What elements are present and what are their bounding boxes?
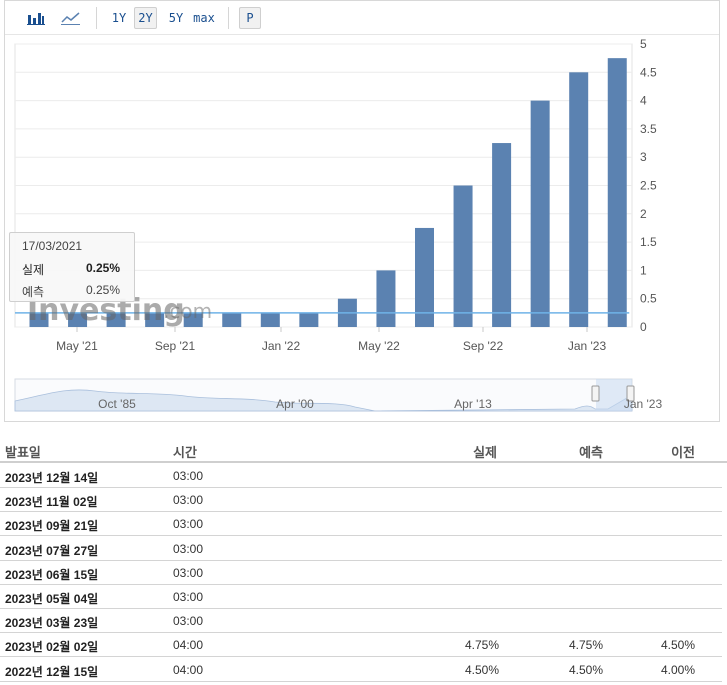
row-date: 2023년 06월 15일	[5, 567, 99, 582]
y-axis: 0 0.5 1 1.5 2 2.5 3 3.5 4 4.5 5	[640, 37, 657, 334]
y-tick-label: 3.5	[640, 122, 657, 136]
table-row: 2022년 12월 15일 04:00 4.50% 4.50% 4.00%	[0, 658, 722, 682]
y-tick-label: 0.5	[640, 292, 657, 306]
bar[interactable]	[492, 143, 512, 327]
tooltip-forecast-label: 예측	[22, 285, 45, 299]
row-date: 2023년 11월 02일	[5, 495, 98, 510]
x-tick-label: Sep '22	[463, 339, 504, 353]
bar-chart-icon[interactable]	[25, 7, 47, 29]
row-previous: 4.00%	[660, 662, 695, 677]
y-tick-label: 4.5	[640, 65, 657, 79]
y-tick-label: 2.5	[640, 179, 657, 193]
toolbar-separator	[96, 7, 97, 29]
x-tick-label: Jan '22	[262, 339, 301, 353]
range-5y-button[interactable]: 5Y	[165, 7, 187, 29]
chart-toolbar: 1Y 2Y 5Y max P	[5, 1, 719, 35]
row-time: 03:00	[173, 541, 204, 556]
row-time: 03:00	[173, 517, 204, 532]
range-2y-button[interactable]: 2Y	[134, 7, 157, 29]
x-tick-label: May '22	[358, 339, 400, 353]
header-time[interactable]: 시간	[173, 442, 197, 461]
y-tick-label: 1.5	[640, 235, 657, 249]
header-actual[interactable]: 실제	[473, 442, 497, 461]
row-actual: 4.75%	[464, 638, 499, 653]
y-tick-label: 5	[640, 37, 647, 51]
tooltip-actual-value: 0.25%	[85, 261, 120, 275]
y-tick-label: 1	[640, 263, 647, 277]
x-tick-label: Jan '23	[568, 339, 607, 353]
tooltip-actual-label: 실제	[22, 263, 45, 277]
row-forecast: 4.75%	[568, 638, 603, 653]
y-tick-label: 3	[640, 150, 647, 164]
table-row: 2023년 06월 15일 03:00	[0, 561, 722, 585]
table-row: 2023년 11월 02일 03:00	[0, 488, 722, 513]
chart-panel: 1Y 2Y 5Y max P 0 0.5 1 1.5 2 2.5 3 3.5 4 4.5 5 May…	[4, 0, 720, 422]
chart-area: 0 0.5 1 1.5 2 2.5 3 3.5 4 4.5 5 May '21 Sep '21 Jan …	[14, 37, 663, 412]
header-forecast[interactable]: 예측	[579, 442, 603, 461]
bar[interactable]	[453, 185, 473, 328]
x-tick-label: May '21	[56, 339, 98, 353]
y-tick-label: 4	[640, 94, 647, 108]
row-date: 2023년 03월 23일	[5, 616, 99, 631]
line-chart-icon[interactable]	[59, 7, 83, 29]
table-row: 2023년 09월 21일 03:00	[0, 512, 722, 537]
row-date: 2023년 09월 21일	[5, 519, 99, 534]
bar[interactable]	[299, 312, 319, 327]
toolbar-separator	[228, 7, 229, 29]
navigator-left-handle[interactable]	[591, 385, 600, 402]
x-tick-label: Sep '21	[155, 339, 196, 353]
bar[interactable]	[260, 312, 280, 327]
row-actual: 4.50%	[464, 662, 499, 677]
bar[interactable]	[376, 270, 396, 327]
y-tick-label: 2	[640, 207, 647, 221]
navigator-label: Apr '00	[276, 397, 314, 411]
navigator-label: Apr '13	[454, 397, 492, 411]
table-row: 2023년 12월 14일 03:00	[0, 464, 722, 488]
bar[interactable]	[222, 312, 242, 327]
bar[interactable]	[607, 58, 627, 328]
header-previous[interactable]: 이전	[671, 442, 695, 461]
range-max-button[interactable]: max	[190, 7, 218, 29]
bar[interactable]	[569, 72, 589, 327]
row-time: 03:00	[173, 565, 204, 580]
row-date: 2023년 05월 04일	[5, 592, 99, 606]
tooltip-forecast-value: 0.25%	[85, 283, 120, 297]
navigator-label: Oct '85	[98, 397, 136, 411]
row-date: 2023년 02월 02일	[5, 640, 99, 655]
row-date: 2023년 07월 27일	[5, 543, 99, 558]
row-time: 03:00	[173, 614, 204, 629]
bar[interactable]	[530, 100, 550, 327]
watermark-suffix: .com	[163, 299, 212, 323]
table-row: 2023년 07월 27일 03:00	[0, 537, 722, 561]
navigator-label: Jan '23	[624, 397, 663, 411]
row-time: 03:00	[173, 590, 204, 604]
tooltip: 17/03/2021 실제 0.25% 예측 0.25%	[9, 232, 135, 302]
y-tick-label: 0	[640, 320, 647, 334]
navigator[interactable]: Oct '85 Apr '00 Apr '13 Jan '23	[14, 378, 663, 412]
p-button[interactable]: P	[239, 7, 261, 29]
tooltip-date: 17/03/2021	[22, 239, 83, 253]
row-date: 2023년 12월 14일	[5, 471, 99, 485]
table-header: 발표일 시간 실제 예측 이전	[0, 436, 727, 463]
row-time: 03:00	[173, 493, 204, 508]
table-row: 2023년 03월 23일 03:00	[0, 609, 722, 634]
row-time: 04:00	[173, 638, 204, 653]
row-previous: 4.50%	[660, 638, 695, 653]
table-row: 2023년 02월 02일 04:00 4.75% 4.75% 4.50%	[0, 633, 722, 658]
row-time: 04:00	[173, 662, 204, 677]
row-forecast: 4.50%	[568, 662, 603, 677]
x-axis: May '21 Sep '21 Jan '22 May '22 Sep '22 Jan '…	[56, 327, 606, 353]
header-date[interactable]: 발표일	[5, 442, 41, 461]
range-1y-button[interactable]: 1Y	[109, 7, 129, 29]
table-row: 2023년 05월 04일 03:00	[0, 585, 722, 609]
row-date: 2022년 12월 15일	[5, 664, 99, 679]
row-time: 03:00	[173, 469, 204, 483]
